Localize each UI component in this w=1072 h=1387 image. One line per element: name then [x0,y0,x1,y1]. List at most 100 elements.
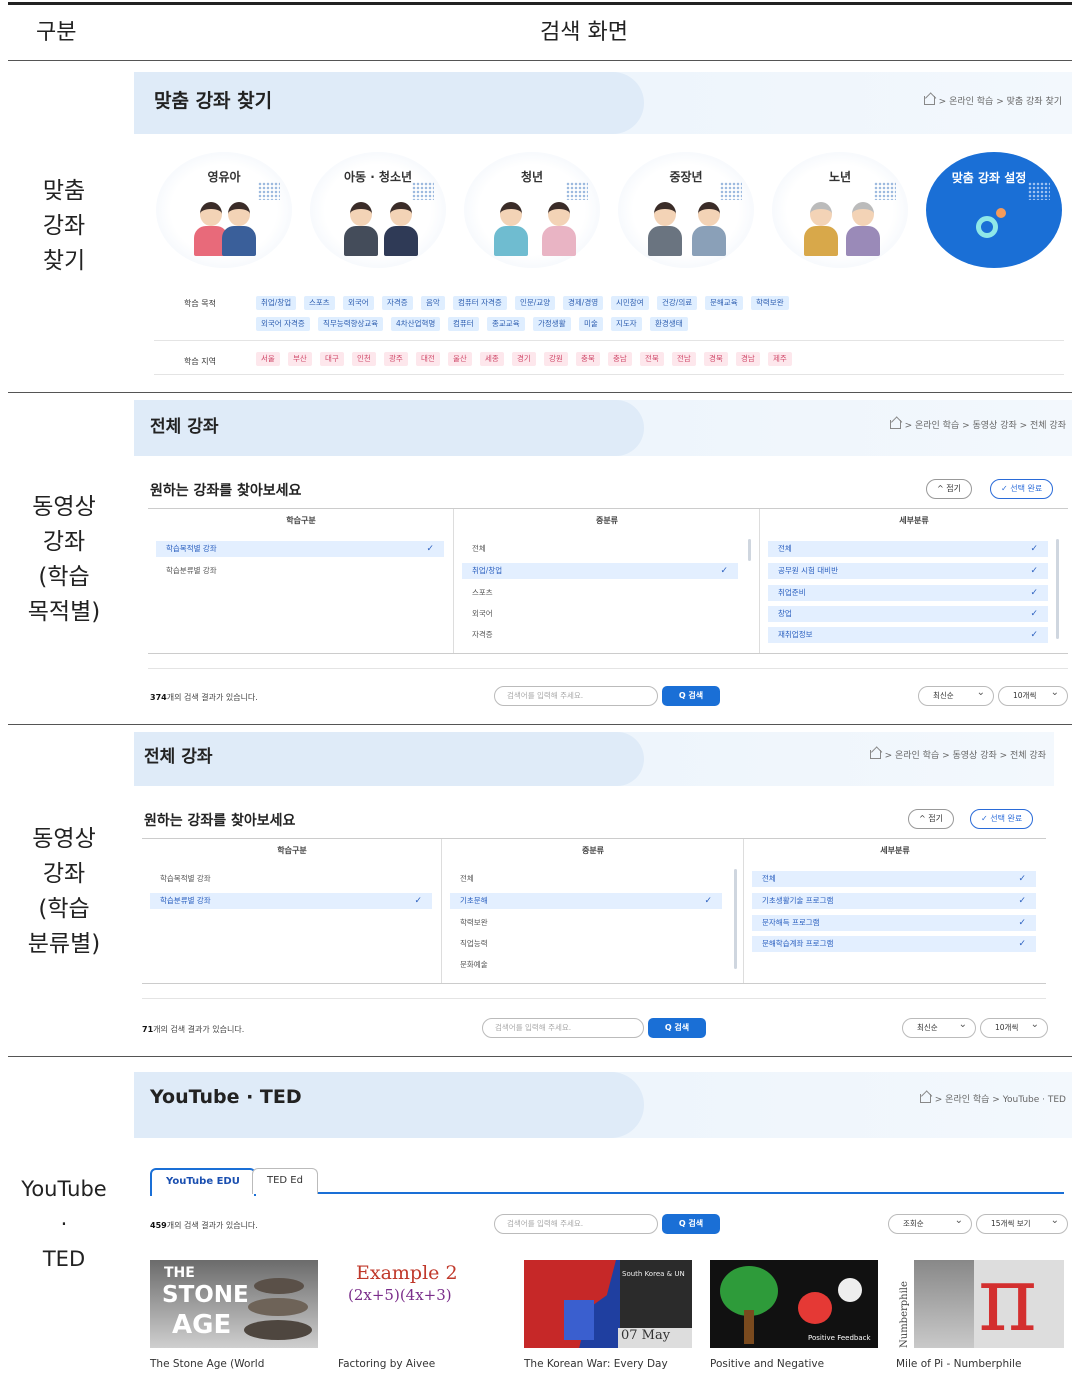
category-item[interactable]: 문화예술 [450,957,722,973]
filter-tag[interactable]: 충남 [608,352,632,366]
filter-tag[interactable]: 경기 [512,352,536,366]
custom-setting-button[interactable]: 맞춤 강좌 설정 [926,152,1062,268]
sort-select[interactable]: 최신순 [918,684,994,706]
scrollbar[interactable] [748,539,751,561]
filter-tag[interactable]: 경남 [736,352,760,366]
filter-tag[interactable]: 학력보완 [751,296,789,310]
category-item[interactable]: 학력보완 [450,915,722,931]
filter-tag[interactable]: 컴퓨터 [448,317,479,331]
filter-tag[interactable]: 울산 [448,352,472,366]
video-title[interactable]: The Stone Age (World [150,1358,264,1370]
category-item[interactable]: 문해학습계좌 프로그램 [752,936,1036,952]
home-icon[interactable] [889,420,901,429]
filter-tag[interactable]: 자격증 [382,296,413,310]
filter-tag[interactable]: 환경생태 [650,317,688,331]
filter-tag[interactable]: 외국어 자격증 [256,317,310,331]
category-item[interactable]: 스포츠 [462,585,738,601]
filter-tag[interactable]: 가정생활 [533,317,571,331]
video-thumbnail[interactable]: THE STONE AGE [150,1260,318,1348]
age-circle-senior[interactable]: 노년 [772,152,908,268]
per-page-select[interactable]: 10개씩 [998,684,1068,706]
select-done-button[interactable]: ✓ 선택 완료 [970,809,1034,829]
filter-tag[interactable]: 대구 [320,352,344,366]
filter-tag[interactable]: 시민참여 [611,296,649,310]
filter-tag[interactable]: 인천 [352,352,376,366]
video-title[interactable]: Positive and Negative [710,1358,824,1370]
filter-tag[interactable]: 제주 [768,352,792,366]
filter-tag[interactable]: 전남 [672,352,696,366]
per-page-select[interactable]: 15개씩 보기 [976,1212,1068,1234]
category-item[interactable]: 재취업정보 [768,627,1048,643]
sort-select[interactable]: 조회순 [888,1212,972,1234]
search-button[interactable]: Q 검색 [648,1018,706,1038]
tab-youtube-edu[interactable]: YouTube EDU [150,1168,256,1196]
per-page-select[interactable]: 10개씩 [980,1016,1048,1038]
category-item[interactable]: 취업준비 [768,585,1048,601]
tab-ted-ed[interactable]: TED Ed [252,1168,318,1194]
video-thumbnail[interactable]: South Korea & UN 07 May [524,1260,692,1348]
home-icon[interactable] [869,750,881,759]
filter-tag[interactable]: 강원 [544,352,568,366]
video-title[interactable]: Factoring by Aivee [338,1358,435,1370]
fold-button[interactable]: ^ 접기 [926,479,972,499]
filter-tag[interactable]: 대전 [416,352,440,366]
category-item[interactable]: 전체 [462,541,738,557]
filter-tag[interactable]: 부산 [288,352,312,366]
category-item[interactable]: 외국어 [462,606,738,622]
age-circle-middle-aged[interactable]: 중장년 [618,152,754,268]
category-item[interactable]: 기초생활기술 프로그램 [752,893,1036,909]
category-item[interactable]: 자격증 [462,627,738,643]
scrollbar[interactable] [1056,539,1059,639]
fold-button[interactable]: ^ 접기 [908,809,954,829]
scrollbar[interactable] [734,869,737,969]
filter-tag[interactable]: 종교교육 [487,317,525,331]
home-icon[interactable] [923,96,935,105]
filter-tag[interactable]: 문해교육 [705,296,743,310]
search-input[interactable]: 검색어를 입력해 주세요. [494,686,658,706]
home-icon[interactable] [919,1094,931,1103]
category-item[interactable]: 전체 [768,541,1048,557]
category-item[interactable]: 학습목적별 강좌 [156,541,444,557]
filter-tag[interactable]: 취업/창업 [256,296,297,310]
video-title[interactable]: Mile of Pi - Numberphile [896,1358,1021,1370]
filter-tag[interactable]: 스포츠 [304,296,335,310]
filter-tag[interactable]: 지도자 [611,317,642,331]
age-circle-infant[interactable]: 영유아 [156,152,292,268]
filter-tag[interactable]: 광주 [384,352,408,366]
filter-tag[interactable]: 충북 [576,352,600,366]
filter-tag[interactable]: 경북 [704,352,728,366]
filter-tag[interactable]: 외국어 [343,296,374,310]
filter-tag[interactable]: 4차산업혁명 [391,317,441,331]
category-item[interactable]: 문자해득 프로그램 [752,915,1036,931]
filter-tag[interactable]: 인문/교양 [515,296,556,310]
sort-select[interactable]: 최신순 [902,1016,976,1038]
search-button[interactable]: Q 검색 [662,686,720,706]
video-thumbnail[interactable]: Numberphile π [896,1260,1064,1348]
filter-tag[interactable]: 세종 [480,352,504,366]
filter-tag[interactable]: 경제/경영 [563,296,604,310]
category-item[interactable]: 전체 [752,871,1036,887]
filter-tag[interactable]: 음악 [421,296,445,310]
category-item[interactable]: 전체 [450,871,722,887]
category-item[interactable]: 학습분류별 강좌 [150,893,432,909]
filter-tag[interactable]: 건강/의료 [657,296,698,310]
video-thumbnail[interactable]: Example 2 (2x+5)(4x+3) [338,1260,506,1348]
category-item[interactable]: 학습분류별 강좌 [156,563,444,579]
category-item[interactable]: 창업 [768,606,1048,622]
filter-tag[interactable]: 서울 [256,352,280,366]
category-item[interactable]: 취업/창업 [462,563,738,579]
filter-tag[interactable]: 컴퓨터 자격증 [453,296,507,310]
search-input[interactable]: 검색어를 입력해 주세요. [482,1018,644,1038]
filter-tag[interactable]: 전북 [640,352,664,366]
category-item[interactable]: 학습목적별 강좌 [150,871,432,887]
category-item[interactable]: 기초문해 [450,893,722,909]
age-circle-youth[interactable]: 아동 · 청소년 [310,152,446,268]
select-done-button[interactable]: ✓ 선택 완료 [990,479,1054,499]
category-item[interactable]: 공무원 시험 대비반 [768,563,1048,579]
filter-tag[interactable]: 미술 [579,317,603,331]
search-button[interactable]: Q 검색 [662,1214,720,1234]
video-thumbnail[interactable]: Positive Feedback [710,1260,878,1348]
video-title[interactable]: The Korean War: Every Day [524,1358,668,1370]
search-input[interactable]: 검색어를 입력해 주세요. [494,1214,658,1234]
age-circle-young-adult[interactable]: 청년 [464,152,600,268]
